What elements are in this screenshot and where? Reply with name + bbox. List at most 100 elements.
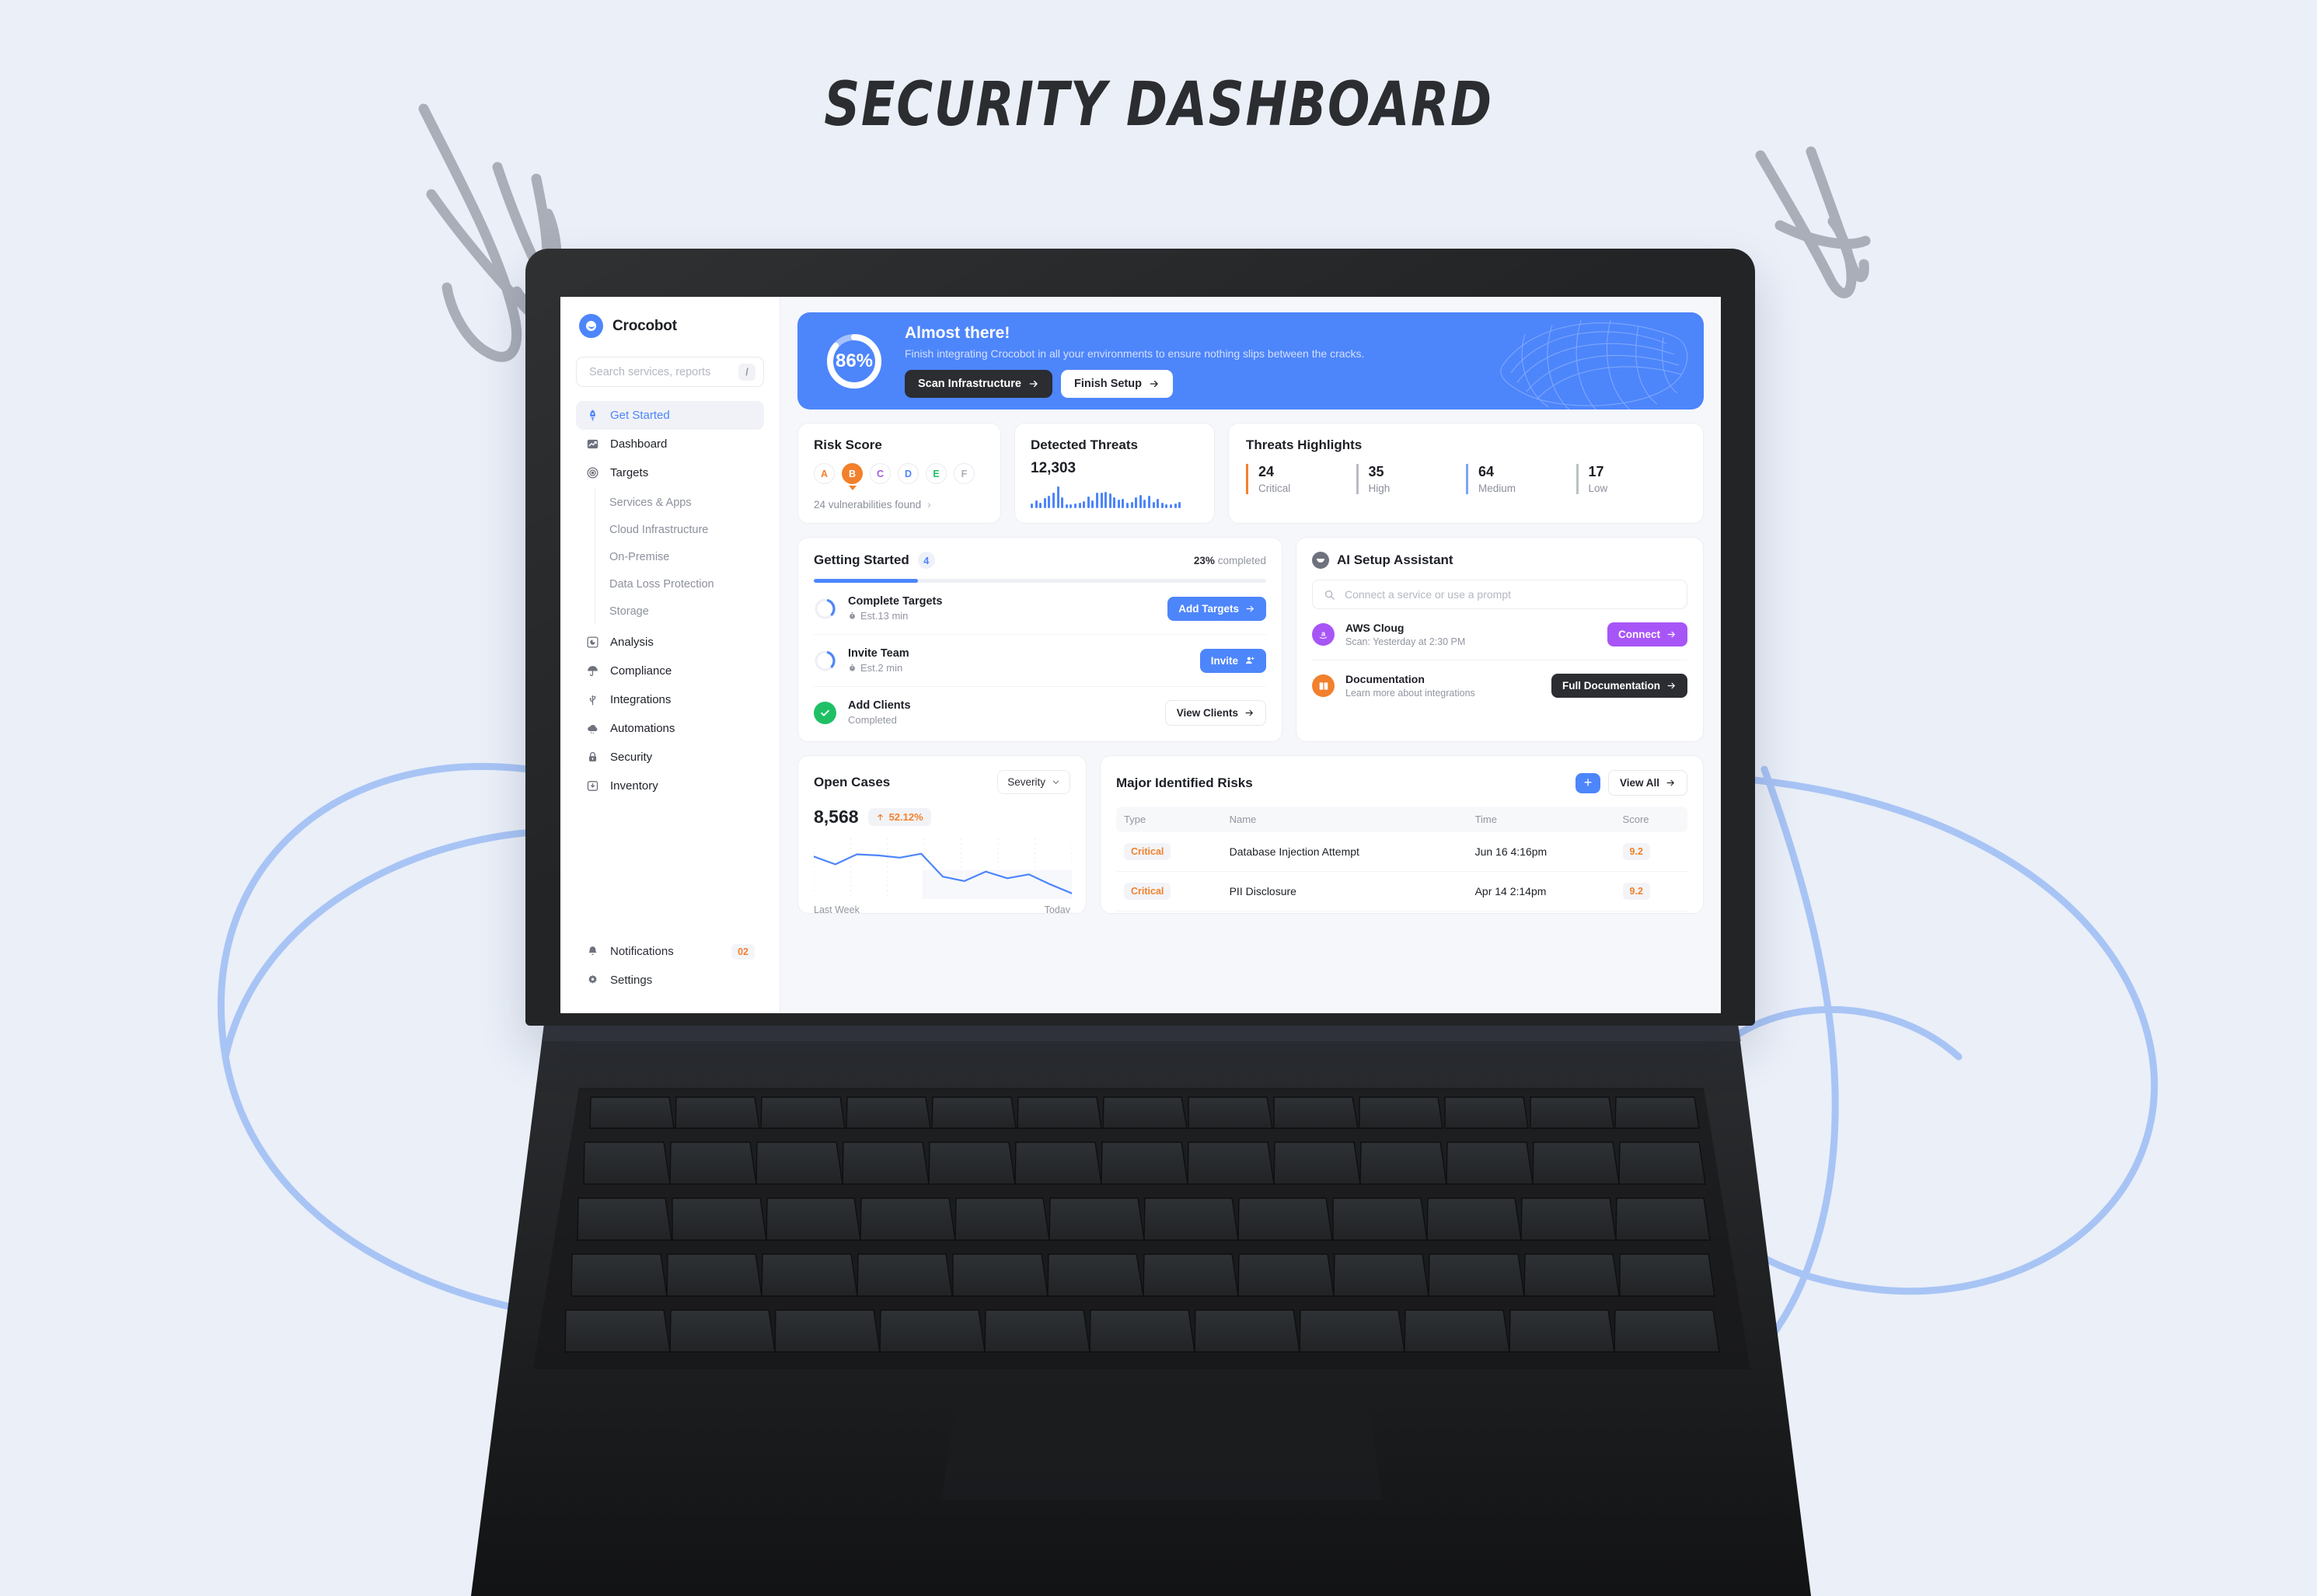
sidebar-item-settings[interactable]: Settings bbox=[576, 966, 764, 995]
risk-grade-label: E bbox=[933, 468, 940, 479]
svg-text:a: a bbox=[1321, 630, 1326, 638]
table-row[interactable]: Critical Database Injection Attempt Jun 16… bbox=[1116, 832, 1687, 872]
search-shortcut-badge: / bbox=[738, 363, 755, 381]
sidebar-subitem-storage[interactable]: Storage bbox=[609, 598, 764, 625]
ai-integration-list: a AWS Cloug Scan: Yesterday at 2:30 PM Conn… bbox=[1312, 609, 1687, 711]
table-header-row: Type Name Time Score bbox=[1116, 807, 1687, 832]
risk-grade-label: D bbox=[904, 468, 912, 479]
threat-count: 35 bbox=[1368, 464, 1384, 479]
risk-grade-label: C bbox=[876, 468, 885, 479]
finish-setup-button[interactable]: Finish Setup bbox=[1060, 370, 1173, 398]
arrow-right-icon bbox=[1246, 605, 1254, 612]
rocket-icon bbox=[585, 408, 600, 423]
getting-started-item-name: Add Clients bbox=[848, 699, 911, 712]
sparkline-bar bbox=[1178, 502, 1181, 508]
sidebar-subitem-on-premise[interactable]: On-Premise bbox=[609, 543, 764, 570]
sidebar-item-compliance[interactable]: Compliance bbox=[576, 657, 764, 685]
threats-highlights-title: Threats Highlights bbox=[1246, 437, 1363, 452]
banner-title: Almost there! bbox=[905, 324, 1010, 342]
sparkline-bar bbox=[1130, 502, 1133, 508]
threat-label: Low bbox=[1588, 483, 1608, 494]
sidebar-item-inventory[interactable]: Inventory bbox=[576, 772, 764, 800]
search-input[interactable] bbox=[588, 364, 738, 379]
getting-started-item-meta: Est.13 min bbox=[848, 610, 1156, 622]
vulnerabilities-found-label: 24 vulnerabilities found bbox=[814, 498, 922, 511]
sidebar-item-label: Analysis bbox=[610, 636, 654, 649]
risk-grade-scale: A B C D E F bbox=[814, 463, 985, 484]
sidebar-search[interactable]: / bbox=[576, 357, 764, 387]
risk-score-footer[interactable]: 24 vulnerabilities found › bbox=[814, 498, 985, 511]
sidebar-item-security[interactable]: Security bbox=[576, 743, 764, 772]
sparkline-bar bbox=[1126, 503, 1129, 508]
progress-ring-icon bbox=[814, 598, 836, 620]
sparkline-bar bbox=[1139, 495, 1142, 508]
action-button-label: Invite bbox=[1210, 654, 1238, 667]
severity-filter-dropdown[interactable]: Severity bbox=[997, 770, 1070, 794]
major-risks-table: Type Name Time Score Critical Database Injec… bbox=[1116, 807, 1687, 911]
threats-highlights-card: Threats Highlights 24 Critical 35 High 64 Med… bbox=[1228, 423, 1704, 524]
sidebar-item-get-started[interactable]: Get Started bbox=[576, 401, 764, 430]
detected-threats-sparkline bbox=[1031, 485, 1199, 508]
getting-started-list: Complete Targets Est.13 min Add Targets Inv… bbox=[814, 583, 1266, 738]
table-column-header: Time bbox=[1467, 807, 1615, 832]
check-icon bbox=[814, 701, 836, 724]
getting-started-item-meta: Est.2 min bbox=[848, 662, 1188, 674]
risk-grade-a[interactable]: A bbox=[814, 463, 835, 484]
meta-text: Completed bbox=[848, 714, 897, 726]
sparkline-bar bbox=[1104, 492, 1108, 508]
detected-threats-value: 12,303 bbox=[1031, 460, 1076, 476]
cases-axis-end: Today bbox=[1044, 904, 1070, 914]
ai-item-action-button[interactable]: Connect bbox=[1607, 622, 1687, 646]
sparkline-bar bbox=[1108, 493, 1111, 508]
open-cases-chart: Last Week Today bbox=[812, 838, 1073, 914]
risk-grade-f[interactable]: F bbox=[954, 463, 975, 484]
sidebar-item-integrations[interactable]: Integrations bbox=[576, 685, 764, 714]
ai-prompt-field[interactable] bbox=[1312, 580, 1687, 609]
threat-label: High bbox=[1368, 483, 1391, 494]
risk-grade-d[interactable]: D bbox=[898, 463, 919, 484]
completion-label: completed bbox=[1217, 554, 1266, 566]
timer-icon bbox=[850, 664, 855, 671]
getting-started-item: Add Clients Completed View Clients bbox=[814, 687, 1266, 738]
getting-started-item-name: Invite Team bbox=[848, 647, 909, 660]
sidebar-subitem-data-loss-protection[interactable]: Data Loss Protection bbox=[609, 570, 764, 598]
user-plus-icon bbox=[1246, 657, 1254, 664]
ai-prompt-input[interactable] bbox=[1343, 587, 1676, 601]
sidebar-subitem-label: Cloud Infrastructure bbox=[609, 523, 709, 536]
sparkline-bar bbox=[1157, 499, 1160, 508]
sidebar-subitem-label: Storage bbox=[609, 605, 649, 618]
threat-highlight-medium: 64 Medium bbox=[1466, 464, 1576, 494]
meta-text: Est.13 min bbox=[860, 610, 909, 622]
open-cases-metric: 8,568 52.12% bbox=[814, 807, 1070, 828]
detected-threats-card: Detected Threats 12,303 bbox=[1014, 423, 1215, 524]
risk-grade-b[interactable]: B bbox=[842, 463, 863, 484]
scan-infrastructure-button[interactable]: Scan Infrastructure bbox=[905, 370, 1052, 398]
dashboard-screen: Crocobot / Get Started bbox=[560, 297, 1721, 1013]
sidebar-item-targets[interactable]: Targets bbox=[576, 458, 764, 487]
sparkline-bar bbox=[1078, 503, 1081, 508]
table-body: Critical Database Injection Attempt Jun 16… bbox=[1116, 832, 1687, 911]
banner-text: Almost there! Finish integrating Crocobo… bbox=[905, 324, 1677, 398]
getting-started-action-button[interactable]: Invite bbox=[1199, 648, 1266, 673]
sidebar-item-automations[interactable]: Automations bbox=[576, 714, 764, 743]
sidebar-item-dashboard[interactable]: Dashboard bbox=[576, 430, 764, 458]
sidebar-subitem-services-apps[interactable]: Services & Apps bbox=[609, 489, 764, 516]
getting-started-action-button[interactable]: View Clients bbox=[1164, 699, 1266, 726]
view-all-label: View All bbox=[1619, 777, 1659, 789]
open-cases-card: Open Cases Severity 8,568 52.12% Last We… bbox=[797, 755, 1087, 914]
getting-started-action-button[interactable]: Add Targets bbox=[1167, 596, 1266, 621]
sparkline-bar bbox=[1160, 503, 1164, 508]
sparkline-bar bbox=[1148, 496, 1151, 508]
view-all-button[interactable]: View All bbox=[1607, 770, 1687, 796]
sparkline-bar bbox=[1113, 497, 1116, 508]
risk-grade-e[interactable]: E bbox=[926, 463, 947, 484]
ai-item-action-button[interactable]: Full Documentation bbox=[1551, 674, 1687, 698]
add-risk-button[interactable]: + bbox=[1575, 772, 1600, 793]
sidebar-subitem-cloud-infrastructure[interactable]: Cloud Infrastructure bbox=[609, 516, 764, 543]
umbrella-icon bbox=[585, 664, 600, 678]
table-row[interactable]: Critical PII Disclosure Apr 14 2:14pm 9.2 bbox=[1116, 871, 1687, 911]
sidebar-item-notifications[interactable]: Notifications 02 bbox=[576, 937, 764, 966]
risk-grade-c[interactable]: C bbox=[870, 463, 891, 484]
sidebar-item-analysis[interactable]: Analysis bbox=[576, 628, 764, 657]
progress-ring-icon bbox=[814, 650, 836, 672]
